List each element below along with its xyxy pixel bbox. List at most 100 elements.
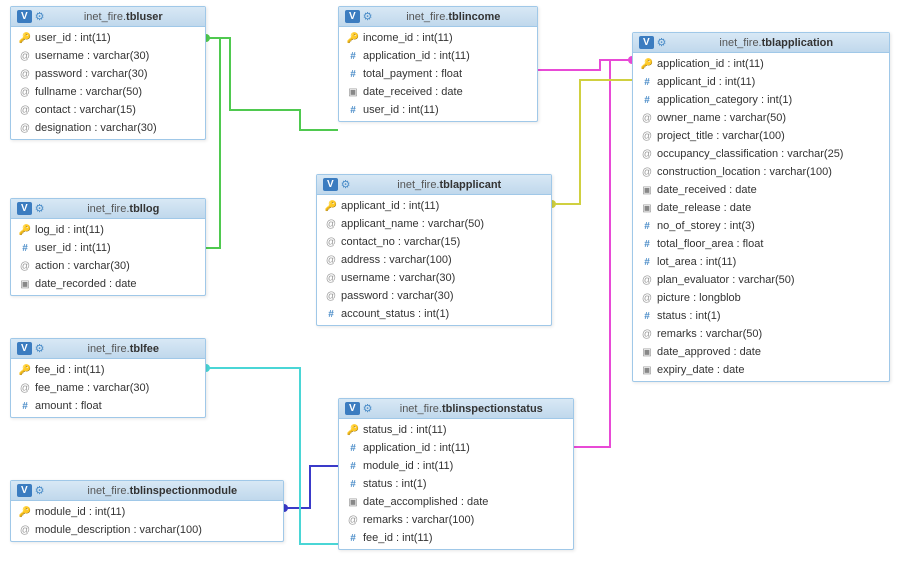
gear-icon[interactable]: ⚙ xyxy=(363,402,373,415)
column-row[interactable]: ▣date_received : date xyxy=(633,181,889,199)
hash-icon: # xyxy=(641,257,653,268)
column-row[interactable]: @plan_evaluator : varchar(50) xyxy=(633,271,889,289)
column-row[interactable]: @contact_no : varchar(15) xyxy=(317,233,551,251)
column-label: remarks : varchar(100) xyxy=(363,514,474,526)
table-tbluser[interactable]: V ⚙ inet_fire.tbluser 🔑user_id : int(11)… xyxy=(10,6,206,140)
table-tblinspectionmodule[interactable]: V ⚙ inet_fire.tblinspectionmodule 🔑modul… xyxy=(10,480,284,542)
table-tblinspectionstatus[interactable]: V ⚙ inet_fire.tblinspectionstatus 🔑statu… xyxy=(338,398,574,550)
hash-icon: # xyxy=(347,479,359,490)
column-row[interactable]: @remarks : varchar(50) xyxy=(633,325,889,343)
column-row[interactable]: 🔑fee_id : int(11) xyxy=(11,361,205,379)
hash-icon: # xyxy=(641,77,653,88)
column-row[interactable]: @password : varchar(30) xyxy=(11,65,205,83)
column-row[interactable]: ▣expiry_date : date xyxy=(633,361,889,379)
gear-icon[interactable]: ⚙ xyxy=(363,10,373,23)
column-row[interactable]: 🔑applicant_id : int(11) xyxy=(317,197,551,215)
column-row[interactable]: 🔑module_id : int(11) xyxy=(11,503,283,521)
column-row[interactable]: ▣date_recorded : date xyxy=(11,275,205,293)
column-row[interactable]: #applicant_id : int(11) xyxy=(633,73,889,91)
v-badge-icon: V xyxy=(639,36,654,49)
column-row[interactable]: @applicant_name : varchar(50) xyxy=(317,215,551,233)
column-row[interactable]: @project_title : varchar(100) xyxy=(633,127,889,145)
column-row[interactable]: #account_status : int(1) xyxy=(317,305,551,323)
at-icon: @ xyxy=(19,525,31,536)
column-row[interactable]: @password : varchar(30) xyxy=(317,287,551,305)
column-row[interactable]: @designation : varchar(30) xyxy=(11,119,205,137)
column-row[interactable]: @username : varchar(30) xyxy=(317,269,551,287)
table-name-label: tblapplication xyxy=(762,37,834,49)
column-row[interactable]: 🔑user_id : int(11) xyxy=(11,29,205,47)
column-row[interactable]: #total_floor_area : float xyxy=(633,235,889,253)
column-row[interactable]: #application_id : int(11) xyxy=(339,439,573,457)
table-header[interactable]: V ⚙ inet_fire.tbluser xyxy=(11,7,205,27)
column-row[interactable]: @address : varchar(100) xyxy=(317,251,551,269)
column-row[interactable]: ▣date_approved : date xyxy=(633,343,889,361)
column-label: application_id : int(11) xyxy=(657,58,764,70)
column-row[interactable]: @occupancy_classification : varchar(25) xyxy=(633,145,889,163)
hash-icon: # xyxy=(641,239,653,250)
column-label: date_release : date xyxy=(657,202,751,214)
column-row[interactable]: #status : int(1) xyxy=(339,475,573,493)
hash-icon: # xyxy=(347,461,359,472)
key-icon: 🔑 xyxy=(347,33,359,44)
column-row[interactable]: 🔑application_id : int(11) xyxy=(633,55,889,73)
column-row[interactable]: ▣date_accomplished : date xyxy=(339,493,573,511)
schema-label: inet_fire. xyxy=(406,11,448,23)
column-row[interactable]: 🔑income_id : int(11) xyxy=(339,29,537,47)
column-row[interactable]: #fee_id : int(11) xyxy=(339,529,573,547)
table-tbllog[interactable]: V ⚙ inet_fire.tbllog 🔑log_id : int(11)#u… xyxy=(10,198,206,296)
table-header[interactable]: V ⚙ inet_fire.tblfee xyxy=(11,339,205,359)
column-row[interactable]: @fullname : varchar(50) xyxy=(11,83,205,101)
column-row[interactable]: @construction_location : varchar(100) xyxy=(633,163,889,181)
column-row[interactable]: @picture : longblob xyxy=(633,289,889,307)
table-header[interactable]: V ⚙ inet_fire.tblinspectionstatus xyxy=(339,399,573,419)
column-row[interactable]: @action : varchar(30) xyxy=(11,257,205,275)
gear-icon[interactable]: ⚙ xyxy=(35,342,45,355)
column-row[interactable]: #amount : float xyxy=(11,397,205,415)
column-row[interactable]: 🔑status_id : int(11) xyxy=(339,421,573,439)
table-tblapplication[interactable]: V ⚙ inet_fire.tblapplication 🔑applicatio… xyxy=(632,32,890,382)
column-row[interactable]: #module_id : int(11) xyxy=(339,457,573,475)
table-header[interactable]: V ⚙ inet_fire.tblincome xyxy=(339,7,537,27)
gear-icon[interactable]: ⚙ xyxy=(657,36,667,49)
column-row[interactable]: @contact : varchar(15) xyxy=(11,101,205,119)
gear-icon[interactable]: ⚙ xyxy=(35,10,45,23)
table-header[interactable]: V ⚙ inet_fire.tblapplicant xyxy=(317,175,551,195)
column-row[interactable]: #user_id : int(11) xyxy=(339,101,537,119)
table-tblapplicant[interactable]: V ⚙ inet_fire.tblapplicant 🔑applicant_id… xyxy=(316,174,552,326)
at-icon: @ xyxy=(19,87,31,98)
gear-icon[interactable]: ⚙ xyxy=(35,202,45,215)
at-icon: @ xyxy=(325,291,337,302)
column-row[interactable]: @owner_name : varchar(50) xyxy=(633,109,889,127)
table-header[interactable]: V ⚙ inet_fire.tbllog xyxy=(11,199,205,219)
column-row[interactable]: 🔑log_id : int(11) xyxy=(11,221,205,239)
at-icon: @ xyxy=(641,113,653,124)
column-row[interactable]: @username : varchar(30) xyxy=(11,47,205,65)
column-row[interactable]: @remarks : varchar(100) xyxy=(339,511,573,529)
gear-icon[interactable]: ⚙ xyxy=(35,484,45,497)
column-row[interactable]: #no_of_storey : int(3) xyxy=(633,217,889,235)
column-label: applicant_name : varchar(50) xyxy=(341,218,484,230)
column-label: amount : float xyxy=(35,400,102,412)
column-row[interactable]: #application_id : int(11) xyxy=(339,47,537,65)
column-row[interactable]: ▣date_release : date xyxy=(633,199,889,217)
column-row[interactable]: #lot_area : int(11) xyxy=(633,253,889,271)
key-icon: 🔑 xyxy=(19,225,31,236)
key-icon: 🔑 xyxy=(325,201,337,212)
column-row[interactable]: #total_payment : float xyxy=(339,65,537,83)
column-row[interactable]: #status : int(1) xyxy=(633,307,889,325)
schema-label: inet_fire. xyxy=(84,11,126,23)
column-row[interactable]: #application_category : int(1) xyxy=(633,91,889,109)
column-row[interactable]: @fee_name : varchar(30) xyxy=(11,379,205,397)
table-header[interactable]: V ⚙ inet_fire.tblinspectionmodule xyxy=(11,481,283,501)
table-tblfee[interactable]: V ⚙ inet_fire.tblfee 🔑fee_id : int(11)@f… xyxy=(10,338,206,418)
column-row[interactable]: ▣date_received : date xyxy=(339,83,537,101)
column-label: account_status : int(1) xyxy=(341,308,449,320)
column-row[interactable]: @module_description : varchar(100) xyxy=(11,521,283,539)
column-label: date_received : date xyxy=(363,86,463,98)
table-tblincome[interactable]: V ⚙ inet_fire.tblincome 🔑income_id : int… xyxy=(338,6,538,122)
gear-icon[interactable]: ⚙ xyxy=(341,178,351,191)
column-label: user_id : int(11) xyxy=(35,242,111,254)
table-header[interactable]: V ⚙ inet_fire.tblapplication xyxy=(633,33,889,53)
column-row[interactable]: #user_id : int(11) xyxy=(11,239,205,257)
